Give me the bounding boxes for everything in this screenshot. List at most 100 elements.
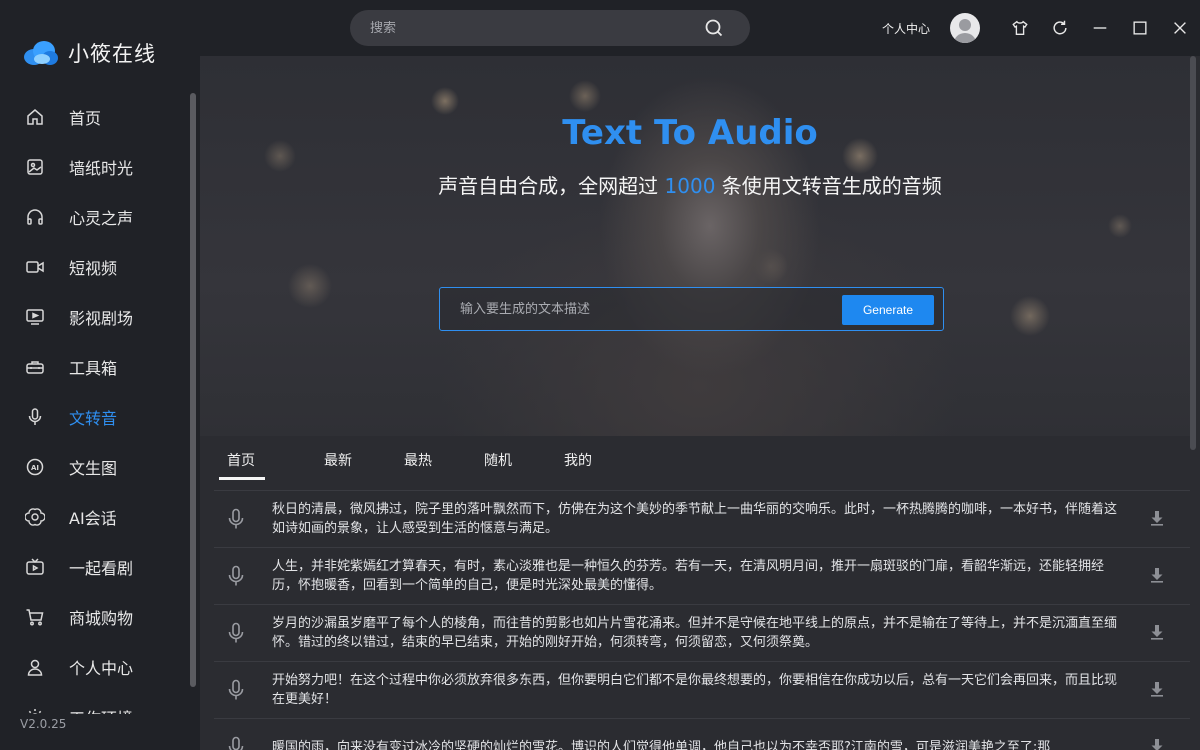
video-camera-icon (25, 257, 45, 277)
hero-subtitle-suffix: 条使用文转音生成的音频 (715, 174, 942, 198)
openai-icon (25, 507, 45, 527)
microphone-icon[interactable] (227, 508, 245, 530)
list-item-text: 人生，并非姹紫嫣红才算春天，有时，素心淡雅也是一种恒久的芬芳。若有一天，在清风明… (272, 559, 1105, 593)
minimize-button[interactable] (1080, 8, 1120, 48)
image-icon (25, 157, 45, 177)
app-logo[interactable]: 小筱在线 (22, 36, 156, 70)
maximize-icon (1133, 21, 1147, 35)
ai-badge-icon: AI (25, 457, 45, 477)
maximize-button[interactable] (1120, 8, 1160, 48)
list-item-text: 秋日的清晨，微风拂过，院子里的落叶飘然而下，仿佛在为这个美妙的季节献上一曲华丽的… (272, 502, 1118, 536)
search-icon[interactable] (704, 18, 724, 38)
download-icon[interactable] (1148, 509, 1166, 527)
avatar[interactable] (950, 13, 980, 43)
close-button[interactable] (1160, 8, 1200, 48)
cart-icon (25, 607, 45, 627)
main-scrollbar[interactable] (1190, 56, 1196, 450)
sidebar-item-label: 工具箱 (69, 359, 118, 378)
sidebar-item-theater[interactable]: 影视剧场 (0, 292, 190, 342)
download-icon[interactable] (1148, 623, 1166, 641)
sidebar-item-label: 心灵之声 (69, 209, 134, 228)
sidebar-item-label: 一起看剧 (69, 559, 134, 578)
sidebar-item-toolbox[interactable]: 工具箱 (0, 342, 190, 392)
tshirt-icon (1012, 20, 1028, 35)
list-item[interactable]: 人生，并非姹紫嫣红才算春天，有时，素心淡雅也是一种恒久的芬芳。若有一天，在清风明… (214, 547, 1190, 604)
search-bar (350, 10, 750, 46)
sidebar-item-watch-together[interactable]: 一起看剧 (0, 542, 190, 592)
toolbox-icon (25, 357, 45, 377)
tab-hottest[interactable]: 最热 (378, 440, 458, 480)
sidebar-item-label: 文转音 (69, 409, 118, 428)
sidebar-item-ai-chat[interactable]: AI会话 (0, 492, 190, 542)
tab-latest[interactable]: 最新 (298, 440, 378, 480)
download-icon[interactable] (1148, 680, 1166, 698)
sidebar-item-label: AI会话 (69, 509, 117, 528)
sidebar-item-text-to-image[interactable]: AI 文生图 (0, 442, 190, 492)
sidebar-item-label: 影视剧场 (69, 309, 134, 328)
tv-play-icon (25, 307, 45, 327)
microphone-icon[interactable] (227, 565, 245, 587)
hero-banner: Text To Audio 声音自由合成，全网超过 1000 条使用文转音生成的… (200, 56, 1190, 436)
list-item-text: 岁月的沙漏虽岁磨平了每个人的棱角，而往昔的剪影也如片片雪花涌来。但并不是守候在地… (272, 616, 1118, 650)
download-icon[interactable] (1148, 737, 1166, 750)
text-description-input[interactable] (460, 301, 840, 317)
tv-icon (25, 557, 45, 577)
sidebar: 小筱在线 首页 墙纸时光 心灵之声 短视频 影视剧场 工具箱 文转音 AI 文生… (0, 0, 200, 750)
sidebar-item-work-env[interactable]: 工作环境 (0, 692, 190, 714)
hero-title: Text To Audio (562, 113, 818, 153)
sidebar-item-profile[interactable]: 个人中心 (0, 642, 190, 692)
sidebar-item-soul-voice[interactable]: 心灵之声 (0, 192, 190, 242)
user-center-link[interactable]: 个人中心 (882, 20, 930, 37)
app-version: V2.0.25 (20, 717, 67, 731)
skin-button[interactable] (1000, 8, 1040, 48)
titlebar-actions: 个人中心 (882, 0, 1200, 56)
microphone-icon (25, 407, 45, 427)
sidebar-item-label: 工作环境 (69, 705, 133, 714)
home-icon (25, 107, 45, 127)
sidebar-item-text-to-speech[interactable]: 文转音 (0, 392, 190, 442)
close-icon (1174, 22, 1186, 34)
sidebar-item-home[interactable]: 首页 (0, 92, 190, 142)
avatar-user-icon (954, 19, 976, 43)
audio-list: 秋日的清晨，微风拂过，院子里的落叶飘然而下，仿佛在为这个美妙的季节献上一曲华丽的… (214, 490, 1190, 750)
microphone-icon[interactable] (227, 736, 245, 750)
list-item[interactable]: 暖国的雨，向来没有变过冰冷的坚硬的灿烂的雪花。博识的人们觉得他单调，他自己也以为… (214, 718, 1190, 750)
search-input[interactable] (370, 20, 690, 36)
hero-subtitle-prefix: 声音自由合成，全网超过 (438, 174, 665, 198)
sidebar-nav: 首页 墙纸时光 心灵之声 短视频 影视剧场 工具箱 文转音 AI 文生图 AI会… (0, 92, 190, 714)
generate-form: Generate (439, 287, 944, 331)
refresh-icon (1053, 20, 1067, 35)
generate-button[interactable]: Generate (842, 295, 934, 325)
download-icon[interactable] (1148, 566, 1166, 584)
minimize-icon (1093, 27, 1107, 29)
sidebar-item-label: 短视频 (69, 259, 118, 278)
tab-home[interactable]: 首页 (218, 440, 298, 480)
sidebar-item-wallpaper[interactable]: 墙纸时光 (0, 142, 190, 192)
refresh-button[interactable] (1040, 8, 1080, 48)
list-tabs: 首页 最新 最热 随机 我的 (218, 440, 618, 480)
sidebar-scrollbar[interactable] (190, 93, 196, 687)
user-icon (25, 657, 45, 677)
headphones-icon (25, 207, 45, 227)
app-name: 小筱在线 (68, 42, 156, 66)
microphone-icon[interactable] (227, 622, 245, 644)
hero-subtitle-count: 1000 (664, 174, 716, 198)
settings-icon (25, 707, 45, 714)
tab-mine[interactable]: 我的 (538, 440, 618, 480)
sidebar-item-label: 个人中心 (69, 659, 134, 678)
list-item[interactable]: 岁月的沙漏虽岁磨平了每个人的棱角，而往昔的剪影也如片片雪花涌来。但并不是守候在地… (214, 604, 1190, 661)
hero-subtitle: 声音自由合成，全网超过 1000 条使用文转音生成的音频 (200, 170, 1180, 199)
svg-text:AI: AI (31, 464, 39, 472)
sidebar-item-label: 墙纸时光 (69, 159, 134, 178)
list-item-text: 暖国的雨，向来没有变过冰冷的坚硬的灿烂的雪花。博识的人们觉得他单调，他自己也以为… (272, 739, 1051, 750)
sidebar-item-short-video[interactable]: 短视频 (0, 242, 190, 292)
list-item[interactable]: 开始努力吧！在这个过程中你必须放弃很多东西，但你要明白它们都不是你最终想要的，你… (214, 661, 1190, 718)
tab-random[interactable]: 随机 (458, 440, 538, 480)
list-item[interactable]: 秋日的清晨，微风拂过，院子里的落叶飘然而下，仿佛在为这个美妙的季节献上一曲华丽的… (214, 490, 1190, 547)
microphone-icon[interactable] (227, 679, 245, 701)
sidebar-item-label: 商城购物 (69, 609, 134, 628)
cloud-logo-icon (22, 38, 60, 68)
sidebar-item-label: 文生图 (69, 459, 118, 478)
sidebar-item-shopping[interactable]: 商城购物 (0, 592, 190, 642)
list-item-text: 开始努力吧！在这个过程中你必须放弃很多东西，但你要明白它们都不是你最终想要的，你… (272, 673, 1118, 707)
